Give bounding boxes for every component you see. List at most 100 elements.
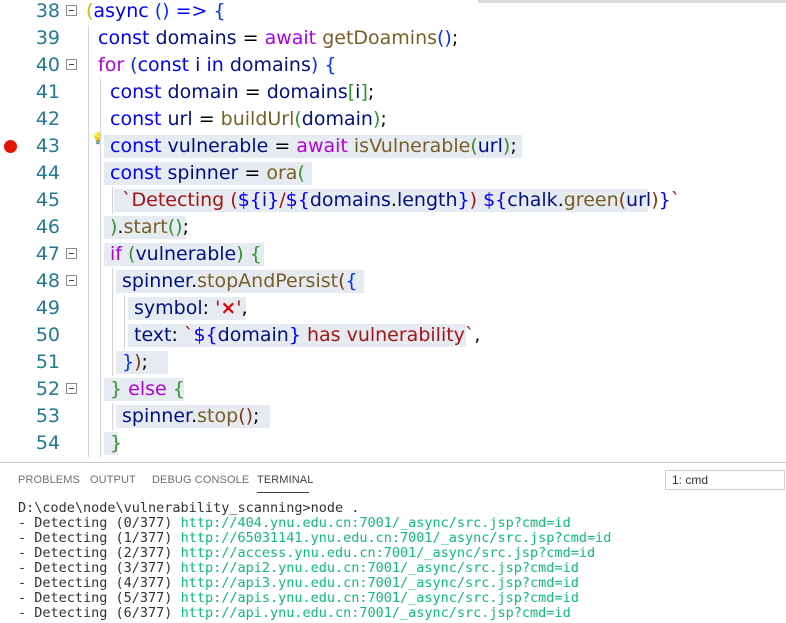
terminal-url-link[interactable]: http://apis.ynu.edu.cn:7001/_async/src.j… <box>181 590 579 606</box>
code-line[interactable]: 47 if (vulnerable) { <box>0 241 786 268</box>
code-text: if (vulnerable) { <box>110 243 262 265</box>
indent-guide <box>112 403 113 430</box>
indent-guide <box>112 349 113 376</box>
indent-guide <box>88 268 89 295</box>
indent-guide <box>100 268 101 295</box>
terminal-line: - Detecting (0/377) http://404.ynu.edu.c… <box>18 515 571 531</box>
terminal-line: - Detecting (2/377) http://access.ynu.ed… <box>18 545 596 561</box>
indent-guide <box>88 295 89 322</box>
indent-guide <box>100 349 101 376</box>
code-line[interactable]: 45 `Detecting (${i}/${domains.length}) ${… <box>0 187 786 214</box>
terminal-url-link[interactable]: http://65031141.ynu.edu.cn:7001/_async/s… <box>181 530 612 546</box>
terminal-select[interactable]: 1: cmd <box>665 470 785 490</box>
code-line[interactable]: 52 } else { <box>0 376 786 403</box>
tab-output[interactable]: OUTPUT <box>90 474 136 486</box>
code-line[interactable]: 51}); <box>0 349 786 376</box>
code-line[interactable]: 39 const domains = await getDoamins(); <box>0 25 786 52</box>
indent-guide <box>88 322 89 349</box>
code-line[interactable]: 49 symbol: '×', <box>0 295 786 322</box>
code-text: spinner.stop(); <box>122 405 260 427</box>
line-number: 52 <box>35 378 60 400</box>
code-line[interactable]: 41 const domain = domains[i]; <box>0 79 786 106</box>
fold-toggle-icon[interactable] <box>66 383 77 394</box>
code-text: } else { <box>110 378 185 400</box>
indent-guide <box>112 187 113 214</box>
line-number: 38 <box>35 0 60 22</box>
tab-terminal[interactable]: TERMINAL <box>257 474 313 486</box>
indent-guide <box>88 376 89 403</box>
terminal-line: - Detecting (6/377) http://api.ynu.edu.c… <box>18 605 571 621</box>
indent-guide <box>100 295 101 322</box>
line-number: 39 <box>35 27 60 49</box>
indent-guide <box>100 376 101 403</box>
line-number: 45 <box>35 189 60 211</box>
code-line[interactable]: 42 const url = buildUrl(domain); <box>0 106 786 133</box>
code-editor[interactable]: 38 (async () => { 39 const domains = await … <box>0 0 786 462</box>
indent-guide <box>112 322 113 349</box>
code-text: (async () => { <box>86 0 226 22</box>
terminal-url-link[interactable]: http://api.ynu.edu.cn:7001/_async/src.js… <box>181 605 571 621</box>
indent-guide <box>100 160 101 187</box>
line-number: 47 <box>35 243 60 265</box>
code-line[interactable]: 44 const spinner = ora( <box>0 160 786 187</box>
code-text: } <box>110 432 123 454</box>
lightbulb-icon[interactable]: 💡 <box>91 125 105 152</box>
terminal-url-link[interactable]: http://api2.ynu.edu.cn:7001/_async/src.j… <box>181 560 579 576</box>
indent-guide <box>88 430 89 457</box>
terminal-url-link[interactable]: http://api3.ynu.edu.cn:7001/_async/src.j… <box>181 575 579 591</box>
code-text: const spinner = ora( <box>110 162 305 184</box>
indent-guide <box>88 160 89 187</box>
code-text: spinner.stopAndPersist({ <box>122 270 358 292</box>
indent-guide <box>112 268 113 295</box>
line-number: 49 <box>35 297 60 319</box>
indent-guide <box>88 25 89 52</box>
line-number: 50 <box>35 324 60 346</box>
indent-guide <box>88 106 89 133</box>
terminal-command: D:\code\node\vulnerability_scanning>node… <box>18 500 360 516</box>
line-number: 54 <box>35 432 60 454</box>
code-line[interactable]: 43 💡 const vulnerable = await isVulnerable… <box>0 132 786 160</box>
fold-toggle-icon[interactable] <box>66 275 77 286</box>
indent-guide <box>88 214 89 241</box>
indent-guide <box>100 403 101 430</box>
code-text: const vulnerable = await isVulnerable(ur… <box>110 135 517 157</box>
line-number: 48 <box>35 270 60 292</box>
terminal-line: - Detecting (5/377) http://apis.ynu.edu.… <box>18 590 579 606</box>
breakpoint-icon[interactable] <box>4 140 17 153</box>
indent-guide <box>100 214 101 241</box>
indent-guide <box>88 52 89 79</box>
code-text: `Detecting (${i}/${domains.length}) ${ch… <box>122 189 681 211</box>
code-line[interactable]: 38 (async () => { <box>0 0 786 25</box>
fold-toggle-icon[interactable] <box>66 5 77 16</box>
indent-guide <box>124 322 125 349</box>
indent-guide <box>88 349 89 376</box>
terminal-url-link[interactable]: http://404.ynu.edu.cn:7001/_async/src.js… <box>181 515 571 531</box>
code-line[interactable]: 40 for (const i in domains) { <box>0 52 786 79</box>
terminal-line: - Detecting (1/377) http://65031141.ynu.… <box>18 530 612 546</box>
code-text: ).start(); <box>110 216 189 238</box>
fold-toggle-icon[interactable] <box>66 248 77 259</box>
tab-problems[interactable]: PROBLEMS <box>18 474 80 486</box>
code-line[interactable]: 54} <box>0 430 786 457</box>
code-text: symbol: '×', <box>134 297 248 319</box>
fold-toggle-icon[interactable] <box>66 59 77 70</box>
indent-guide <box>88 403 89 430</box>
line-number: 40 <box>35 54 60 76</box>
code-line[interactable]: 46 ).start(); <box>0 214 786 241</box>
bottom-panel: PROBLEMS OUTPUT DEBUG CONSOLE TERMINAL 1… <box>0 463 786 623</box>
line-number: 46 <box>35 216 60 238</box>
indent-guide <box>112 295 113 322</box>
indent-guide <box>100 187 101 214</box>
indent-guide <box>88 79 89 106</box>
line-number: 41 <box>35 81 60 103</box>
code-text: const domain = domains[i]; <box>110 81 375 103</box>
indent-guide <box>100 322 101 349</box>
code-text: const domains = await getDoamins(); <box>98 27 459 49</box>
indent-guide <box>100 241 101 268</box>
terminal-url-link[interactable]: http://access.ynu.edu.cn:7001/_async/src… <box>181 545 596 561</box>
code-line[interactable]: 50 text: `${domain} has vulnerability`, <box>0 322 786 349</box>
code-line[interactable]: 48 spinner.stopAndPersist({ <box>0 268 786 295</box>
code-line[interactable]: 53 spinner.stop(); <box>0 403 786 430</box>
line-number: 51 <box>35 351 60 373</box>
tab-debug-console[interactable]: DEBUG CONSOLE <box>152 474 249 486</box>
